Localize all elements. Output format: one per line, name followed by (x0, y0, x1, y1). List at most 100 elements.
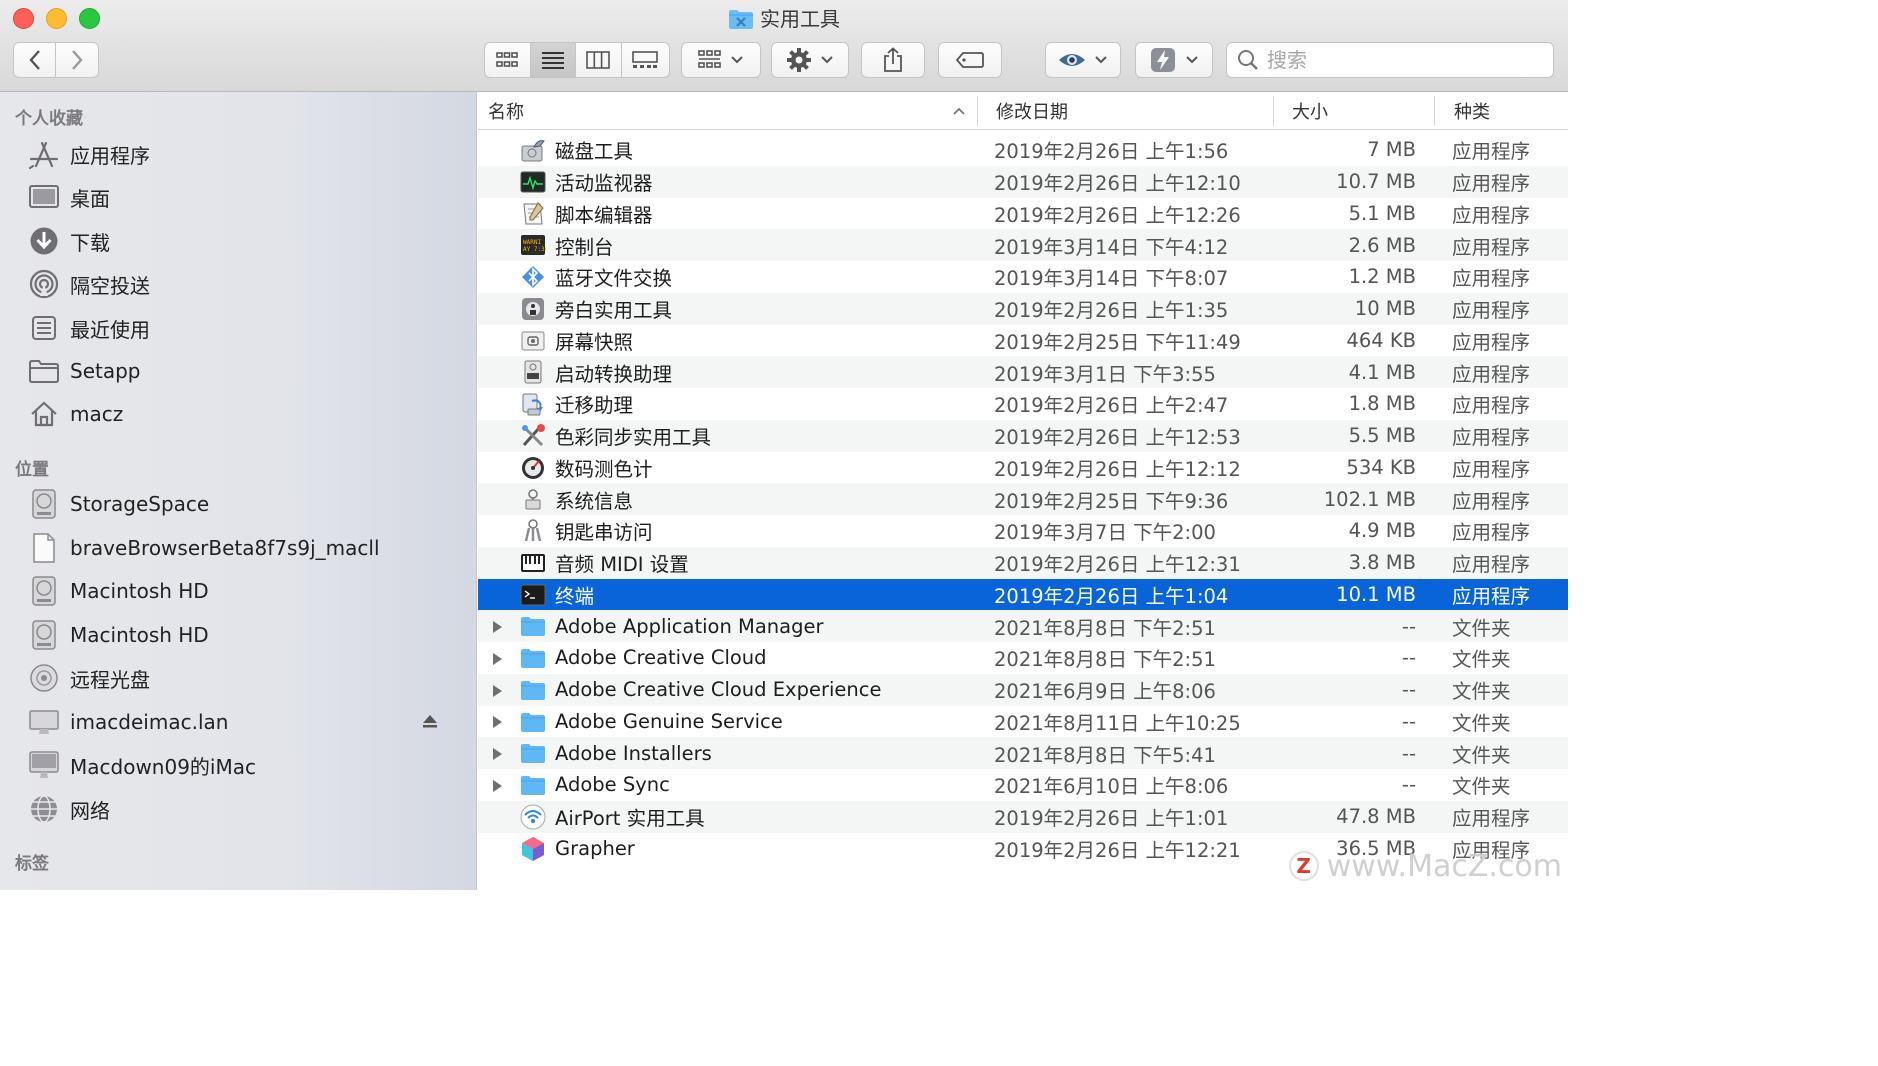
share-button[interactable] (861, 42, 925, 78)
sidebar-item-airdrop[interactable]: 隔空投送 (26, 265, 466, 303)
folder-row[interactable]: Adobe Creative Cloud 2021年8月8日 下午2:51 -- 文件… (478, 642, 1568, 674)
folder-row[interactable]: Adobe Creative Cloud Experience 2021年6月9日… (478, 673, 1568, 706)
disc-icon (26, 660, 62, 696)
columns-icon (586, 51, 611, 69)
search-input[interactable] (1267, 48, 1537, 72)
file-row[interactable]: 旁白实用工具 2019年2月26日 上午1:35 10 MB 应用程序 (478, 292, 1568, 325)
sidebar-favorites-title: 个人收藏 (15, 109, 83, 129)
edit-tags-button[interactable] (938, 42, 1002, 78)
activity-monitor-icon (520, 169, 546, 195)
column-header-name[interactable]: 名称 (488, 92, 974, 130)
file-date-modified: 2021年6月9日 上午8:06 (994, 680, 1216, 704)
column-header-size[interactable]: 大小 (1292, 92, 1328, 130)
file-size: 5.5 MB (1348, 424, 1416, 448)
watermark: Z www.MacZ.com (1288, 846, 1562, 886)
file-size: 464 KB (1346, 328, 1416, 352)
folder-row[interactable]: Adobe Installers 2021年8月8日 下午5:41 -- 文件夹 (478, 737, 1568, 769)
icon-view-button[interactable] (485, 43, 531, 77)
disclosure-triangle-icon[interactable] (490, 746, 504, 761)
folder-row[interactable]: Adobe Sync 2021年6月10日 上午8:06 -- 文件夹 (478, 769, 1568, 801)
file-row[interactable]: 钥匙串访问 2019年3月7日 下午2:00 4.9 MB 应用程序 (478, 515, 1568, 547)
utilities-folder-icon (728, 8, 754, 37)
column-divider[interactable] (1273, 96, 1274, 126)
file-row[interactable]: 脚本编辑器 2019年2月26日 上午12:26 5.1 MB 应用程序 (478, 198, 1568, 230)
sidebar-item-applications[interactable]: 应用程序 (26, 135, 466, 173)
disclosure-triangle-icon[interactable] (490, 714, 504, 729)
disclosure-triangle-icon[interactable] (490, 683, 504, 697)
column-header-kind[interactable]: 种类 (1454, 92, 1490, 130)
quick-look-button[interactable] (1045, 42, 1121, 78)
file-row[interactable]: 音频 MIDI 设置 2019年2月26日 上午12:31 3.8 MB 应用程序 (478, 546, 1568, 579)
file-size: 4.9 MB (1348, 519, 1416, 543)
forward-button[interactable] (56, 43, 98, 77)
file-name: Adobe Installers (555, 741, 712, 765)
file-row[interactable]: 屏幕快照 2019年2月25日 下午11:49 464 KB 应用程序 (478, 325, 1568, 357)
file-kind: 应用程序 (1452, 172, 1531, 196)
file-name: 活动监视器 (555, 172, 653, 196)
eject-icon[interactable] (422, 713, 438, 729)
gear-icon (787, 48, 811, 72)
file-row[interactable]: 数码测色计 2019年2月26日 上午12:12 534 KB 应用程序 (478, 452, 1568, 484)
network-icon (26, 791, 62, 827)
disclosure-triangle-icon[interactable] (490, 651, 504, 665)
file-date-modified: 2019年2月26日 上午12:12 (994, 457, 1241, 481)
disclosure-triangle-icon[interactable] (490, 778, 504, 792)
sidebar-item-brave-dmg[interactable]: braveBrowserBeta8f7s9j_macll (26, 529, 466, 567)
file-kind: 应用程序 (1452, 267, 1531, 291)
back-button[interactable] (14, 43, 57, 77)
column-divider[interactable] (1434, 96, 1435, 126)
sidebar-item-storagespace[interactable]: StorageSpace (26, 485, 466, 523)
sidebar-item-macdown09-imac[interactable]: Macdown09的iMac (26, 746, 466, 784)
file-row[interactable]: 迁移助理 2019年2月26日 上午2:47 1.8 MB 应用程序 (478, 388, 1568, 420)
list-view-button[interactable] (530, 43, 577, 77)
file-size: -- (1401, 709, 1416, 733)
boot-camp-icon (520, 359, 546, 385)
file-row[interactable]: 磁盘工具 2019年2月26日 上午1:56 7 MB 应用程序 (478, 134, 1568, 166)
file-name: 控制台 (555, 235, 614, 259)
gallery-view-button[interactable] (622, 43, 669, 77)
file-row[interactable]: 活动监视器 2019年2月26日 上午12:10 10.7 MB 应用程序 (478, 165, 1568, 198)
watermark-text: www.MacZ.com (1326, 848, 1562, 884)
sidebar-item-macintosh-hd-1[interactable]: Macintosh HD (26, 572, 466, 610)
column-header-date[interactable]: 修改日期 (996, 92, 1068, 130)
voiceover-icon (520, 296, 546, 322)
recents-icon (26, 310, 62, 346)
sidebar-item-recents[interactable]: 最近使用 (26, 309, 466, 347)
back-forward-control (13, 42, 99, 78)
sidebar-tags-title: 标签 (15, 854, 49, 874)
disclosure-triangle-icon[interactable] (490, 619, 504, 634)
file-kind: 应用程序 (1452, 807, 1531, 831)
folder-row[interactable]: Adobe Application Manager 2021年8月8日 下午2:5… (478, 610, 1568, 642)
eye-icon (1059, 54, 1085, 66)
file-row[interactable]: 色彩同步实用工具 2019年2月26日 上午12:53 5.5 MB 应用程序 (478, 419, 1568, 452)
file-row[interactable]: WARNI AY 7:36 控制台 2019年3月14日 下午4:12 2.6 MB 应用… (478, 229, 1568, 261)
sidebar-item-imacdeimac[interactable]: imacdeimac.lan (26, 703, 466, 741)
sidebar-item-desktop[interactable]: 桌面 (26, 178, 466, 216)
action-menu-button[interactable] (771, 42, 849, 78)
file-date-modified: 2019年3月1日 下午3:55 (994, 362, 1216, 386)
column-divider[interactable] (977, 96, 978, 126)
file-row[interactable]: 启动转换助理 2019年3月1日 下午3:55 4.1 MB 应用程序 (478, 356, 1568, 388)
applications-icon (26, 136, 62, 172)
script-editor-icon (520, 201, 546, 227)
file-row[interactable]: 蓝牙文件交换 2019年3月14日 下午8:07 1.2 MB 应用程序 (478, 261, 1568, 293)
automator-button[interactable] (1135, 42, 1213, 78)
sidebar-item-downloads[interactable]: 下载 (26, 222, 466, 260)
file-row[interactable]: 系统信息 2019年2月25日 下午9:36 102.1 MB 应用程序 (478, 483, 1568, 515)
column-view-button[interactable] (576, 43, 622, 77)
drive-icon (26, 617, 62, 653)
group-by-button[interactable] (681, 42, 761, 78)
sidebar-item-remote-disc[interactable]: 远程光盘 (26, 659, 466, 697)
sidebar-item-network[interactable]: 网络 (26, 790, 466, 828)
sidebar-item-macintosh-hd-2[interactable]: Macintosh HD (26, 616, 466, 654)
sidebar-item-setapp[interactable]: Setapp (26, 352, 466, 390)
file-row[interactable]: 终端 2019年2月26日 上午1:04 10.1 MB 应用程序 (478, 578, 1568, 611)
file-row[interactable]: AirPort 实用工具 2019年2月26日 上午1:01 47.8 MB 应用程序 (478, 800, 1568, 833)
folder-row[interactable]: Adobe Genuine Service 2021年8月11日 上午10:25 -… (478, 706, 1568, 738)
file-date-modified: 2019年2月26日 上午12:31 (994, 553, 1241, 577)
sidebar-item-home[interactable]: macz (26, 395, 466, 433)
search-field[interactable] (1226, 42, 1554, 78)
grapher-icon (520, 836, 546, 862)
chevron-down-icon (1095, 56, 1107, 64)
file-list: 名称 修改日期 大小 种类 磁盘工具 2019年2月26日 上午1:56 7 MB 应… (478, 92, 1568, 890)
